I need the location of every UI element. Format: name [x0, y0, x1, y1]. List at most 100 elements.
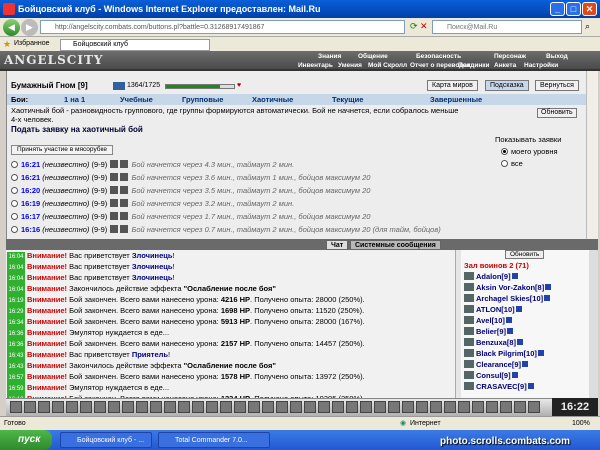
toolbar-action-icon[interactable]: [192, 401, 204, 413]
player-name[interactable]: Archagel Skies[10]: [476, 294, 543, 303]
character-name[interactable]: Бумажный Гном [9]: [11, 81, 88, 90]
start-button[interactable]: пуск: [0, 430, 52, 450]
filter-option-my-level[interactable]: моего уровня: [495, 147, 585, 156]
request-radio[interactable]: [11, 174, 18, 181]
player-entry[interactable]: Clearance[9]: [464, 359, 586, 370]
toolbar-action-icon[interactable]: [416, 401, 428, 413]
info-icon[interactable]: [522, 361, 529, 367]
toolbar-action-icon[interactable]: [108, 401, 120, 413]
toolbar-action-icon[interactable]: [94, 401, 106, 413]
game-submenu-item[interactable]: Умения: [338, 62, 362, 69]
map-button[interactable]: Карта миров: [427, 80, 478, 91]
toolbar-action-icon[interactable]: [178, 401, 190, 413]
toolbar-action-icon[interactable]: [360, 401, 372, 413]
toolbar-action-icon[interactable]: [514, 401, 526, 413]
game-menu-item[interactable]: Безопасность: [416, 53, 461, 60]
tab-system-messages[interactable]: Системные сообщения: [350, 240, 441, 250]
close-button[interactable]: ✕: [582, 2, 597, 16]
content-scrollbar[interactable]: [586, 71, 598, 239]
zoom-level[interactable]: 100%: [572, 417, 590, 431]
star-icon[interactable]: ★: [3, 37, 11, 51]
tab-1[interactable]: Учебные: [120, 94, 153, 105]
request-radio[interactable]: [11, 161, 18, 168]
back-icon[interactable]: ◀: [3, 19, 20, 36]
game-submenu-item[interactable]: Поединки: [458, 62, 490, 69]
tab-2[interactable]: Групповые: [182, 94, 223, 105]
hint-button[interactable]: Подсказка: [485, 80, 529, 91]
player-entry[interactable]: Consul[9]: [464, 370, 586, 381]
game-menu-item[interactable]: Персонаж: [494, 53, 526, 60]
toolbar-action-icon[interactable]: [10, 401, 22, 413]
player-entry[interactable]: ATLON[10]: [464, 304, 586, 315]
toolbar-action-icon[interactable]: [24, 401, 36, 413]
toolbar-action-icon[interactable]: [458, 401, 470, 413]
player-name[interactable]: ATLON[10]: [476, 305, 515, 314]
tab-3[interactable]: Хаотичные: [252, 94, 293, 105]
player-name[interactable]: Clearance[9]: [476, 360, 521, 369]
toolbar-action-icon[interactable]: [66, 401, 78, 413]
search-input[interactable]: Поиск@Mail.Ru: [432, 20, 582, 34]
tab-chat[interactable]: Чат: [326, 240, 349, 250]
player-entry[interactable]: Belier[9]: [464, 326, 586, 337]
game-submenu-item[interactable]: Анкета: [494, 62, 516, 69]
toolbar-action-icon[interactable]: [402, 401, 414, 413]
game-menu-item[interactable]: Знания: [318, 53, 341, 60]
player-entry[interactable]: Archagel Skies[10]: [464, 293, 586, 304]
game-submenu-item[interactable]: Мой Скролл: [368, 62, 407, 69]
info-icon[interactable]: [511, 273, 518, 279]
players-scrollbar[interactable]: [589, 250, 598, 398]
forward-icon[interactable]: ▶: [21, 19, 38, 36]
back-button[interactable]: Вернуться: [535, 80, 579, 91]
game-submenu-item[interactable]: Настройки: [524, 62, 558, 69]
player-entry[interactable]: Adalon[9]: [464, 271, 586, 282]
info-icon[interactable]: [515, 306, 522, 312]
toolbar-action-icon[interactable]: [150, 401, 162, 413]
toolbar-action-icon[interactable]: [332, 401, 344, 413]
info-icon[interactable]: [537, 350, 544, 356]
toolbar-action-icon[interactable]: [164, 401, 176, 413]
url-input[interactable]: http://angelscity.combats.com/buttons.pl…: [40, 20, 405, 34]
request-radio[interactable]: [11, 187, 18, 194]
request-radio[interactable]: [11, 213, 18, 220]
toolbar-action-icon[interactable]: [388, 401, 400, 413]
player-entry[interactable]: Avel[10]: [464, 315, 586, 326]
info-icon[interactable]: [505, 317, 512, 323]
toolbar-action-icon[interactable]: [444, 401, 456, 413]
info-icon[interactable]: [527, 383, 534, 389]
player-entry[interactable]: Aksin Vor-Zakon[8]: [464, 282, 586, 293]
task-ie[interactable]: Бойцовский клуб - ...: [60, 432, 152, 448]
toolbar-action-icon[interactable]: [38, 401, 50, 413]
refresh-icon[interactable]: ⟳: [410, 21, 418, 32]
info-icon[interactable]: [113, 82, 125, 90]
toolbar-action-icon[interactable]: [528, 401, 540, 413]
player-name[interactable]: Avel[10]: [476, 316, 505, 325]
stop-icon[interactable]: ✕: [420, 21, 428, 32]
player-name[interactable]: Black Pilgrim[10]: [476, 349, 537, 358]
player-name[interactable]: Belier[9]: [476, 327, 506, 336]
toolbar-action-icon[interactable]: [80, 401, 92, 413]
player-entry[interactable]: Black Pilgrim[10]: [464, 348, 586, 359]
browser-tab[interactable]: Бойцовский клуб: [60, 39, 210, 51]
tab-5[interactable]: Завершенные: [430, 94, 482, 105]
toolbar-action-icon[interactable]: [262, 401, 274, 413]
toolbar-action-icon[interactable]: [304, 401, 316, 413]
info-icon[interactable]: [517, 339, 524, 345]
tab-0[interactable]: 1 на 1: [64, 94, 85, 105]
join-button[interactable]: Принять участие в мясорубке: [11, 145, 114, 155]
minimize-button[interactable]: _: [550, 2, 565, 16]
toolbar-action-icon[interactable]: [500, 401, 512, 413]
toolbar-action-icon[interactable]: [220, 401, 232, 413]
toolbar-action-icon[interactable]: [472, 401, 484, 413]
toolbar-action-icon[interactable]: [290, 401, 302, 413]
favorites-button[interactable]: Избранное: [14, 37, 49, 51]
player-name[interactable]: Aksin Vor-Zakon[8]: [476, 283, 544, 292]
game-menu-item[interactable]: Общение: [358, 53, 388, 60]
player-name[interactable]: CRASAVEC[9]: [476, 382, 527, 391]
maximize-button[interactable]: □: [566, 2, 581, 16]
info-icon[interactable]: [544, 295, 551, 301]
game-submenu-item[interactable]: Инвентарь: [298, 62, 333, 69]
players-refresh-button[interactable]: Обновить: [505, 250, 545, 259]
task-total-commander[interactable]: Total Commander 7.0...: [158, 432, 270, 448]
search-icon[interactable]: ⌕: [585, 21, 590, 32]
toolbar-action-icon[interactable]: [52, 401, 64, 413]
